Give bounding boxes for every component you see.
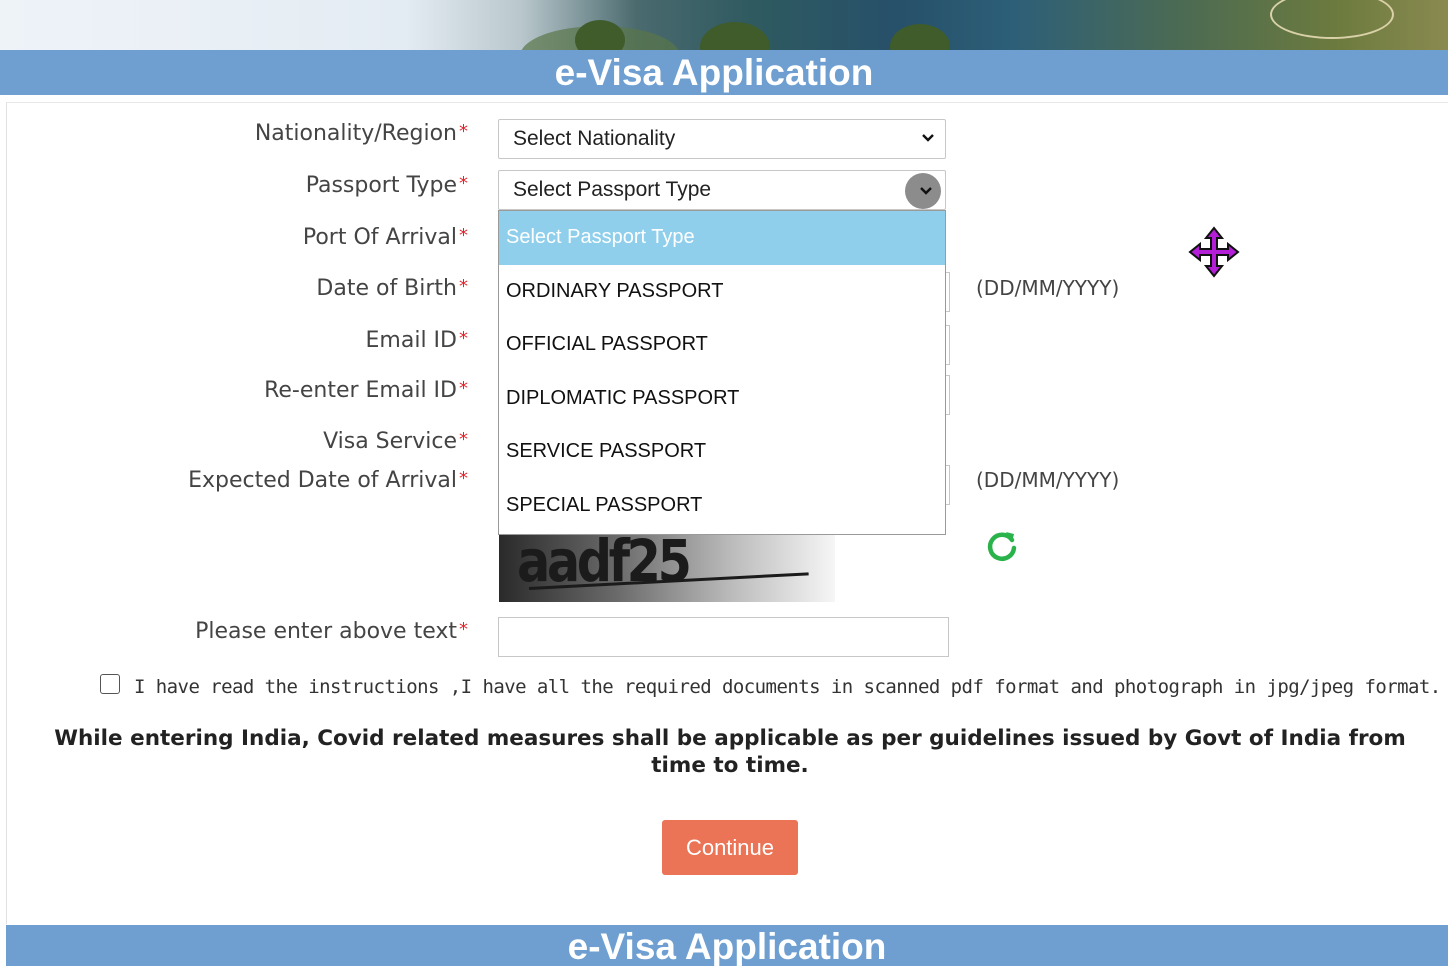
- covid-notice: While entering India, Covid related meas…: [54, 726, 1406, 778]
- captcha-text-input[interactable]: [498, 617, 949, 657]
- dropdown-option[interactable]: SPECIAL PASSPORT: [499, 479, 945, 533]
- footer-title: e-Visa Application: [6, 925, 1448, 967]
- declaration-checkbox[interactable]: [100, 674, 120, 694]
- dropdown-option[interactable]: DIPLOMATIC PASSPORT: [499, 372, 945, 426]
- dropdown-option[interactable]: OFFICIAL PASSPORT: [499, 318, 945, 372]
- passport-type-dropdown-list: Select Passport Type ORDINARY PASSPORT O…: [498, 210, 946, 535]
- dropdown-option[interactable]: ORDINARY PASSPORT: [499, 265, 945, 319]
- reenter-email-label: Re-enter Email ID *: [264, 378, 468, 403]
- email-label: Email ID *: [365, 328, 468, 353]
- continue-button[interactable]: Continue: [662, 820, 798, 875]
- expected-arrival-label: Expected Date of Arrival *: [188, 468, 468, 493]
- port-of-arrival-label: Port Of Arrival *: [302, 225, 468, 250]
- date-of-birth-format-hint: (DD/MM/YYYY): [976, 276, 1120, 300]
- move-cursor-icon: [1188, 226, 1240, 278]
- captcha-image: aadf25: [499, 535, 835, 602]
- passport-type-select-value: Select Passport Type: [513, 178, 712, 201]
- header-banner-image: [0, 0, 1448, 50]
- date-of-birth-label: Date of Birth *: [316, 276, 468, 301]
- chevron-down-icon: [920, 187, 932, 195]
- chevron-down-icon: [922, 134, 934, 142]
- nationality-select[interactable]: Select Nationality: [498, 119, 946, 159]
- page-title: e-Visa Application: [0, 50, 1448, 95]
- dropdown-option[interactable]: Select Passport Type: [499, 211, 945, 265]
- refresh-icon[interactable]: [984, 528, 1020, 564]
- captcha-input-label: Please enter above text *: [195, 619, 468, 644]
- visa-service-label: Visa Service *: [323, 429, 468, 454]
- passport-type-select[interactable]: Select Passport Type: [498, 170, 946, 210]
- nationality-label: Nationality/Region *: [254, 121, 468, 146]
- expected-arrival-format-hint: (DD/MM/YYYY): [976, 468, 1120, 492]
- passport-type-label: Passport Type *: [305, 173, 468, 198]
- dropdown-option[interactable]: SERVICE PASSPORT: [499, 425, 945, 479]
- declaration-label: I have read the instructions ,I have all…: [134, 676, 1441, 698]
- nationality-select-value: Select Nationality: [513, 127, 676, 150]
